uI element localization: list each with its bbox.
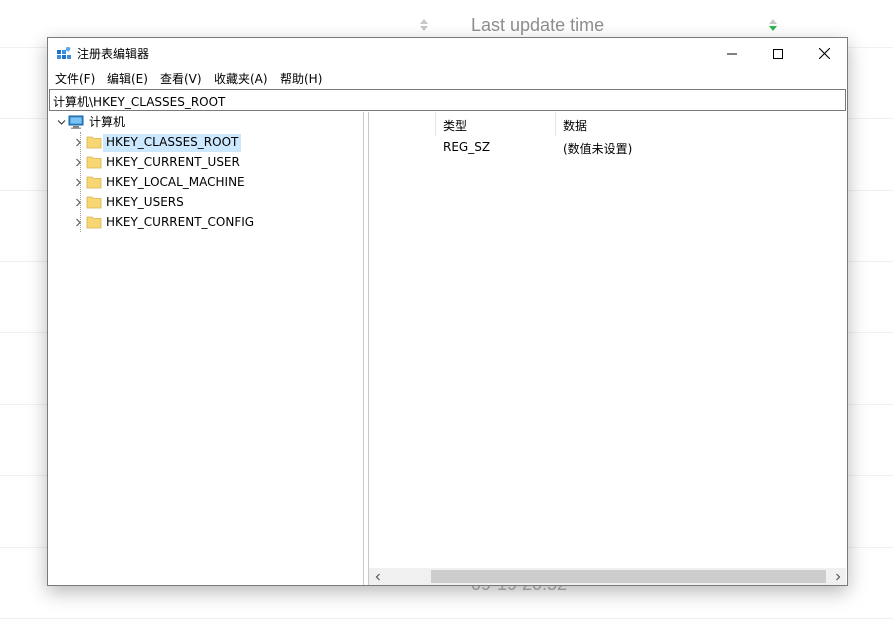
tree-label-hkey-classes-root: HKEY_CLASSES_ROOT	[103, 134, 242, 152]
tree-node-hkey-current-user[interactable]: HKEY_CURRENT_USER	[49, 152, 349, 172]
minimize-icon	[727, 44, 737, 63]
sort-descending-icon[interactable]	[767, 16, 779, 34]
column-header-data[interactable]: 数据	[556, 112, 846, 136]
tree-label-hkey-local-machine: HKEY_LOCAL_MACHINE	[106, 175, 245, 189]
maximize-button[interactable]	[755, 38, 801, 68]
scrollbar-thumb[interactable]	[431, 570, 826, 583]
scroll-right-icon[interactable]	[829, 568, 846, 585]
tree-node-hkey-users[interactable]: HKEY_USERS	[49, 192, 349, 212]
address-path[interactable]: 计算机\HKEY_CLASSES_ROOT	[53, 93, 225, 110]
tree-label-hkey-current-config: HKEY_CURRENT_CONFIG	[106, 215, 255, 229]
tree-view[interactable]: 计算机 HKEY_CLASSES_ROOT HKEY_CURRENT_USER	[49, 112, 364, 585]
chevron-right-icon[interactable]	[72, 152, 84, 172]
chevron-right-icon[interactable]	[72, 172, 84, 192]
minimize-button[interactable]	[709, 38, 755, 68]
folder-icon	[86, 214, 102, 230]
maximize-icon	[773, 44, 783, 63]
column-header-type-label: 类型	[443, 119, 468, 133]
column-header-type[interactable]: 类型	[436, 112, 556, 136]
menu-view[interactable]: 查看(V)	[160, 70, 202, 87]
scroll-left-icon[interactable]	[369, 568, 386, 585]
horizontal-scrollbar[interactable]	[369, 568, 846, 585]
menu-file[interactable]: 文件(F)	[55, 70, 95, 87]
menu-help[interactable]: 帮助(H)	[280, 70, 322, 87]
tree-label-hkey-current-user: HKEY_CURRENT_USER	[106, 155, 240, 169]
last-update-time-header[interactable]: Last update time	[471, 15, 604, 36]
folder-icon	[86, 154, 102, 170]
chevron-down-icon[interactable]	[55, 112, 67, 132]
tree-label-hkey-users: HKEY_USERS	[106, 195, 184, 209]
chevron-right-icon[interactable]	[72, 132, 84, 152]
tree-node-hkey-classes-root[interactable]: HKEY_CLASSES_ROOT	[49, 132, 349, 152]
folder-icon	[86, 174, 102, 190]
computer-icon	[68, 114, 84, 130]
sort-icon[interactable]	[418, 16, 430, 34]
registry-editor-window: 注册表编辑器 文件(F) 编辑(E) 查看(V) 收藏夹(A) 帮助(H) 计算…	[47, 37, 848, 586]
menu-bar: 文件(F) 编辑(E) 查看(V) 收藏夹(A) 帮助(H)	[48, 68, 847, 88]
table-divider	[0, 618, 893, 619]
value-type: REG_SZ	[443, 140, 491, 154]
address-bar[interactable]: 计算机\HKEY_CLASSES_ROOT	[49, 89, 846, 111]
tree-node-hkey-local-machine[interactable]: HKEY_LOCAL_MACHINE	[49, 172, 349, 192]
close-button[interactable]	[801, 38, 847, 68]
close-icon	[818, 44, 830, 63]
chevron-right-icon[interactable]	[72, 192, 84, 212]
value-data: (数值未设置)	[563, 142, 633, 156]
column-header-data-label: 数据	[563, 119, 588, 133]
tree-node-computer[interactable]: 计算机	[49, 112, 349, 132]
title-bar[interactable]: 注册表编辑器	[48, 38, 847, 68]
regedit-icon	[57, 46, 71, 60]
tree-label-computer: 计算机	[89, 115, 126, 129]
background-table-header: Last update time	[0, 14, 893, 38]
menu-edit[interactable]: 编辑(E)	[107, 70, 148, 87]
chevron-right-icon[interactable]	[72, 212, 84, 232]
tree-node-hkey-current-config[interactable]: HKEY_CURRENT_CONFIG	[49, 212, 349, 232]
column-header-name[interactable]	[369, 112, 436, 136]
folder-icon	[86, 134, 102, 150]
value-list[interactable]: 类型 数据 REG_SZ (数值未设置)	[369, 112, 846, 585]
folder-icon	[86, 194, 102, 210]
window-title: 注册表编辑器	[77, 47, 150, 61]
menu-favorites[interactable]: 收藏夹(A)	[214, 70, 268, 87]
